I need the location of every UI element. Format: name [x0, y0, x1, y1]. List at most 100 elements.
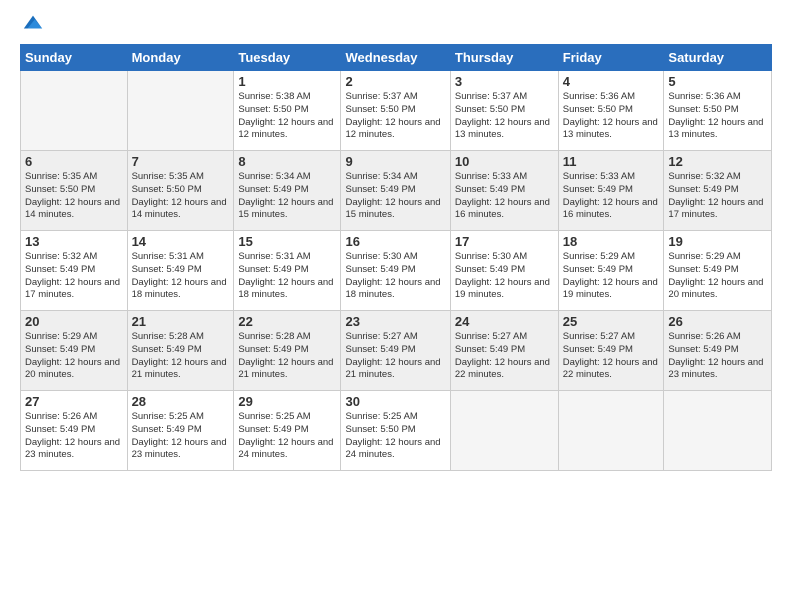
calendar-day-cell — [450, 391, 558, 471]
weekday-header: Saturday — [664, 45, 772, 71]
day-info: Sunrise: 5:26 AM Sunset: 5:49 PM Dayligh… — [25, 411, 123, 462]
calendar-day-cell: 8Sunrise: 5:34 AM Sunset: 5:49 PM Daylig… — [234, 151, 341, 231]
day-info: Sunrise: 5:34 AM Sunset: 5:49 PM Dayligh… — [238, 171, 336, 222]
day-number: 18 — [563, 234, 660, 249]
weekday-header: Thursday — [450, 45, 558, 71]
day-number: 21 — [132, 314, 230, 329]
day-number: 16 — [345, 234, 445, 249]
day-number: 17 — [455, 234, 554, 249]
day-info: Sunrise: 5:29 AM Sunset: 5:49 PM Dayligh… — [563, 251, 660, 302]
day-number: 19 — [668, 234, 767, 249]
calendar-day-cell: 27 Sunrise: 5:26 AM Sunset: 5:49 PM Dayli… — [21, 391, 128, 471]
day-number: 5 — [668, 74, 767, 89]
calendar-day-cell: 12 Sunrise: 5:32 AM Sunset: 5:49 PM Dayli… — [664, 151, 772, 231]
day-number: 2 — [345, 74, 445, 89]
calendar-day-cell: 23 Sunrise: 5:27 AM Sunset: 5:49 PM Dayli… — [341, 311, 450, 391]
day-info: Sunrise: 5:35 AM Sunset: 5:50 PM Dayligh… — [25, 171, 123, 222]
calendar-day-cell: 7 Sunrise: 5:35 AM Sunset: 5:50 PM Daylig… — [127, 151, 234, 231]
day-info: Sunrise: 5:35 AM Sunset: 5:50 PM Dayligh… — [132, 171, 230, 222]
calendar-day-cell: 11 Sunrise: 5:33 AM Sunset: 5:49 PM Dayli… — [558, 151, 664, 231]
day-number: 29 — [238, 394, 336, 409]
calendar-day-cell: 15 Sunrise: 5:31 AM Sunset: 5:49 PM Dayli… — [234, 231, 341, 311]
day-number: 24 — [455, 314, 554, 329]
day-info: Sunrise: 5:37 AM Sunset: 5:50 PM Dayligh… — [345, 91, 445, 142]
day-info: Sunrise: 5:34 AM Sunset: 5:49 PM Dayligh… — [345, 171, 445, 222]
calendar-day-cell: 16 Sunrise: 5:30 AM Sunset: 5:49 PM Dayli… — [341, 231, 450, 311]
calendar-day-cell: 28Sunrise: 5:25 AM Sunset: 5:49 PM Dayli… — [127, 391, 234, 471]
weekday-header: Tuesday — [234, 45, 341, 71]
calendar-day-cell: 2 Sunrise: 5:37 AM Sunset: 5:50 PM Daylig… — [341, 71, 450, 151]
day-number: 14 — [132, 234, 230, 249]
day-number: 23 — [345, 314, 445, 329]
day-number: 12 — [668, 154, 767, 169]
calendar-header-row: SundayMondayTuesdayWednesdayThursdayFrid… — [21, 45, 772, 71]
day-info: Sunrise: 5:28 AM Sunset: 5:49 PM Dayligh… — [238, 331, 336, 382]
day-info: Sunrise: 5:38 AM Sunset: 5:50 PM Dayligh… — [238, 91, 336, 142]
day-info: Sunrise: 5:36 AM Sunset: 5:50 PM Dayligh… — [668, 91, 767, 142]
calendar-day-cell — [664, 391, 772, 471]
day-info: Sunrise: 5:30 AM Sunset: 5:49 PM Dayligh… — [345, 251, 445, 302]
day-info: Sunrise: 5:25 AM Sunset: 5:49 PM Dayligh… — [238, 411, 336, 462]
day-number: 10 — [455, 154, 554, 169]
day-info: Sunrise: 5:32 AM Sunset: 5:49 PM Dayligh… — [25, 251, 123, 302]
calendar-day-cell: 30 Sunrise: 5:25 AM Sunset: 5:50 PM Dayli… — [341, 391, 450, 471]
day-number: 4 — [563, 74, 660, 89]
day-number: 30 — [345, 394, 445, 409]
day-info: Sunrise: 5:29 AM Sunset: 5:49 PM Dayligh… — [668, 251, 767, 302]
day-number: 20 — [25, 314, 123, 329]
weekday-header: Monday — [127, 45, 234, 71]
day-info: Sunrise: 5:36 AM Sunset: 5:50 PM Dayligh… — [563, 91, 660, 142]
calendar-day-cell: 20 Sunrise: 5:29 AM Sunset: 5:49 PM Dayli… — [21, 311, 128, 391]
day-number: 11 — [563, 154, 660, 169]
calendar-day-cell: 13 Sunrise: 5:32 AM Sunset: 5:49 PM Dayli… — [21, 231, 128, 311]
day-number: 28 — [132, 394, 230, 409]
calendar-day-cell: 19 Sunrise: 5:29 AM Sunset: 5:49 PM Dayli… — [664, 231, 772, 311]
calendar-day-cell: 10 Sunrise: 5:33 AM Sunset: 5:49 PM Dayli… — [450, 151, 558, 231]
day-number: 1 — [238, 74, 336, 89]
day-info: Sunrise: 5:33 AM Sunset: 5:49 PM Dayligh… — [563, 171, 660, 222]
calendar-day-cell: 17 Sunrise: 5:30 AM Sunset: 5:49 PM Dayli… — [450, 231, 558, 311]
day-info: Sunrise: 5:25 AM Sunset: 5:50 PM Dayligh… — [345, 411, 445, 462]
day-number: 7 — [132, 154, 230, 169]
calendar-week-row: 27 Sunrise: 5:26 AM Sunset: 5:49 PM Dayli… — [21, 391, 772, 471]
calendar-day-cell: 29 Sunrise: 5:25 AM Sunset: 5:49 PM Dayli… — [234, 391, 341, 471]
calendar-week-row: 13 Sunrise: 5:32 AM Sunset: 5:49 PM Dayli… — [21, 231, 772, 311]
day-number: 6 — [25, 154, 123, 169]
calendar-day-cell: 5 Sunrise: 5:36 AM Sunset: 5:50 PM Daylig… — [664, 71, 772, 151]
day-info: Sunrise: 5:27 AM Sunset: 5:49 PM Dayligh… — [455, 331, 554, 382]
day-info: Sunrise: 5:37 AM Sunset: 5:50 PM Dayligh… — [455, 91, 554, 142]
calendar-week-row: 6 Sunrise: 5:35 AM Sunset: 5:50 PM Daylig… — [21, 151, 772, 231]
calendar-day-cell — [127, 71, 234, 151]
calendar-day-cell: 6 Sunrise: 5:35 AM Sunset: 5:50 PM Daylig… — [21, 151, 128, 231]
calendar-day-cell: 18 Sunrise: 5:29 AM Sunset: 5:49 PM Dayli… — [558, 231, 664, 311]
day-info: Sunrise: 5:30 AM Sunset: 5:49 PM Dayligh… — [455, 251, 554, 302]
day-number: 9 — [345, 154, 445, 169]
calendar-day-cell: 24 Sunrise: 5:27 AM Sunset: 5:49 PM Dayli… — [450, 311, 558, 391]
day-info: Sunrise: 5:29 AM Sunset: 5:49 PM Dayligh… — [25, 331, 123, 382]
day-number: 26 — [668, 314, 767, 329]
calendar-week-row: 1 Sunrise: 5:38 AM Sunset: 5:50 PM Daylig… — [21, 71, 772, 151]
calendar-day-cell: 21 Sunrise: 5:28 AM Sunset: 5:49 PM Dayli… — [127, 311, 234, 391]
day-number: 13 — [25, 234, 123, 249]
calendar-day-cell: 25Sunrise: 5:27 AM Sunset: 5:49 PM Dayli… — [558, 311, 664, 391]
day-info: Sunrise: 5:27 AM Sunset: 5:49 PM Dayligh… — [563, 331, 660, 382]
weekday-header: Sunday — [21, 45, 128, 71]
calendar-table: SundayMondayTuesdayWednesdayThursdayFrid… — [20, 44, 772, 471]
calendar-day-cell — [21, 71, 128, 151]
page: SundayMondayTuesdayWednesdayThursdayFrid… — [0, 0, 792, 612]
day-info: Sunrise: 5:31 AM Sunset: 5:49 PM Dayligh… — [238, 251, 336, 302]
calendar-day-cell: 3 Sunrise: 5:37 AM Sunset: 5:50 PM Daylig… — [450, 71, 558, 151]
day-info: Sunrise: 5:27 AM Sunset: 5:49 PM Dayligh… — [345, 331, 445, 382]
day-info: Sunrise: 5:28 AM Sunset: 5:49 PM Dayligh… — [132, 331, 230, 382]
weekday-header: Friday — [558, 45, 664, 71]
calendar-day-cell: 14 Sunrise: 5:31 AM Sunset: 5:49 PM Dayli… — [127, 231, 234, 311]
day-number: 22 — [238, 314, 336, 329]
day-info: Sunrise: 5:32 AM Sunset: 5:49 PM Dayligh… — [668, 171, 767, 222]
day-number: 3 — [455, 74, 554, 89]
day-info: Sunrise: 5:33 AM Sunset: 5:49 PM Dayligh… — [455, 171, 554, 222]
day-number: 27 — [25, 394, 123, 409]
day-info: Sunrise: 5:31 AM Sunset: 5:49 PM Dayligh… — [132, 251, 230, 302]
calendar-day-cell: 4 Sunrise: 5:36 AM Sunset: 5:50 PM Daylig… — [558, 71, 664, 151]
day-number: 15 — [238, 234, 336, 249]
logo — [20, 16, 44, 34]
